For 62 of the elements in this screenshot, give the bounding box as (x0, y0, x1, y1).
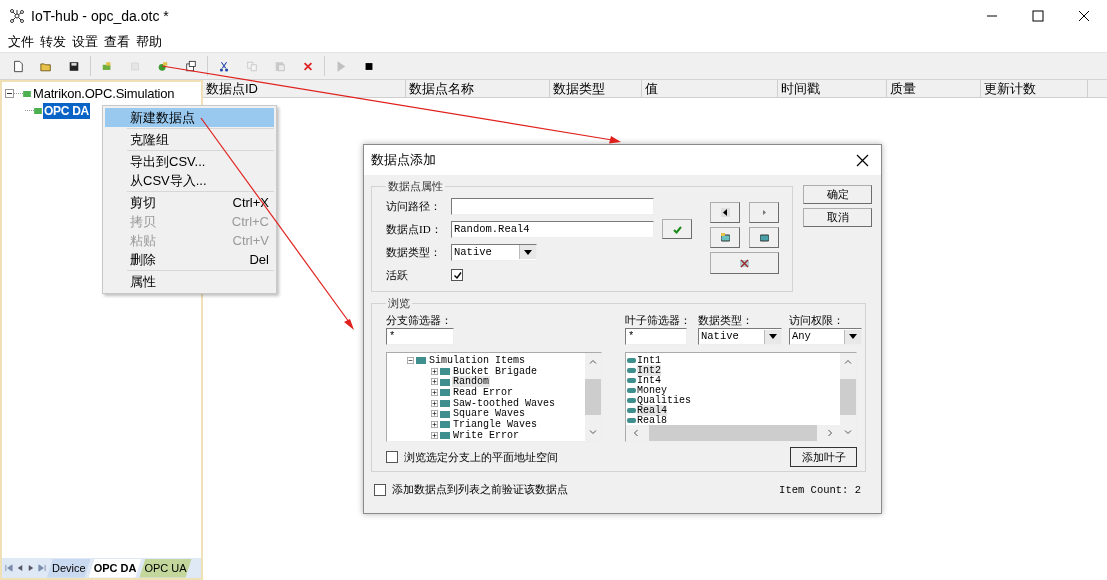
list-item[interactable]: Qualities (637, 394, 691, 406)
tree-item[interactable]: Write Error (452, 429, 520, 441)
checkbox-label: 添加数据点到列表之前验证该数据点 (392, 482, 568, 497)
menu-item[interactable]: 克隆组 (105, 130, 274, 149)
menu-item[interactable]: 导出到CSV... (105, 152, 274, 171)
menu-item[interactable]: 设置 (69, 33, 101, 51)
input-field[interactable]: * (625, 328, 687, 345)
tree-item[interactable]: Read Error (452, 386, 514, 398)
menu-item[interactable]: 查看 (101, 33, 133, 51)
field-label: 活跃 (386, 267, 409, 283)
group-label: 浏览 (387, 296, 411, 311)
item-count: Item Count: 2 (779, 483, 861, 496)
list-item[interactable]: Int1 (637, 354, 661, 366)
column-header[interactable]: 质量 (887, 80, 981, 97)
tree-item[interactable]: OPC DA (43, 102, 90, 119)
input-field[interactable]: Random.Real4 (451, 220, 654, 238)
tree-item[interactable]: Matrikon.OPC.Simulation (32, 85, 176, 102)
sheet-tab[interactable]: OPC DA (88, 558, 142, 578)
tree-item[interactable]: Triangle Waves (452, 418, 538, 430)
tree-item[interactable]: Bucket Brigade (452, 365, 538, 377)
sheet-tab[interactable]: OPC UA (139, 558, 192, 578)
tree-item[interactable]: Random (452, 376, 490, 388)
checkbox-label: 浏览选定分支上的平面地址空间 (404, 449, 558, 465)
dialog-button[interactable]: 确定 (803, 185, 872, 204)
list-item[interactable]: Int2 (637, 364, 661, 376)
field-label: 数据类型： (386, 244, 442, 260)
input-field[interactable]: * (386, 328, 454, 345)
dialog-button[interactable]: 取消 (803, 208, 872, 227)
group-label: 数据点属性 (387, 179, 444, 194)
menu-item[interactable]: 新建数据点 (105, 108, 274, 127)
column-header[interactable]: 值 (642, 80, 778, 97)
menu-item[interactable]: 属性 (105, 272, 274, 291)
add-leaf-button[interactable]: 添加叶子 (790, 447, 857, 467)
column-header[interactable]: 更新计数 (981, 80, 1088, 97)
dropdown[interactable]: Any (789, 328, 862, 345)
tree-item[interactable]: Saw-toothed Waves (452, 397, 557, 409)
list-item[interactable]: Real8 (637, 414, 667, 426)
menu-item[interactable]: 文件 (5, 33, 37, 51)
column-header[interactable]: 数据点名称 (406, 80, 550, 97)
field-label: 叶子筛选器： (625, 313, 691, 326)
field-label: 数据点ID： (386, 221, 443, 237)
field-label: 数据类型： (698, 313, 754, 326)
dropdown[interactable]: Native (451, 243, 537, 261)
field-label: 访问路径： (386, 198, 442, 214)
menu-item[interactable]: 从CSV导入... (105, 171, 274, 190)
dialog-title: 数据点添加 (371, 151, 436, 169)
menu-item[interactable]: 帮助 (133, 33, 165, 51)
column-header[interactable]: 数据点ID (203, 80, 406, 97)
field-label: 访问权限： (789, 313, 845, 326)
list-item[interactable]: Int4 (637, 374, 661, 386)
column-header[interactable]: 时间戳 (778, 80, 887, 97)
sheet-tab[interactable]: Device (47, 558, 91, 578)
dropdown[interactable]: Native (698, 328, 782, 345)
menu-item[interactable]: 删除 Del (105, 250, 274, 269)
list-item[interactable]: Money (637, 384, 667, 396)
menu-item[interactable]: 转发 (37, 33, 69, 51)
window-title: IoT-hub - opc_da.otc * (31, 8, 169, 24)
field-label: 分支筛选器： (386, 313, 453, 326)
tree-item[interactable]: Square Waves (452, 408, 526, 420)
list-item[interactable]: Real4 (637, 404, 667, 416)
tree-item[interactable]: Simulation Items (428, 354, 526, 366)
column-header[interactable]: 数据类型 (550, 80, 642, 97)
